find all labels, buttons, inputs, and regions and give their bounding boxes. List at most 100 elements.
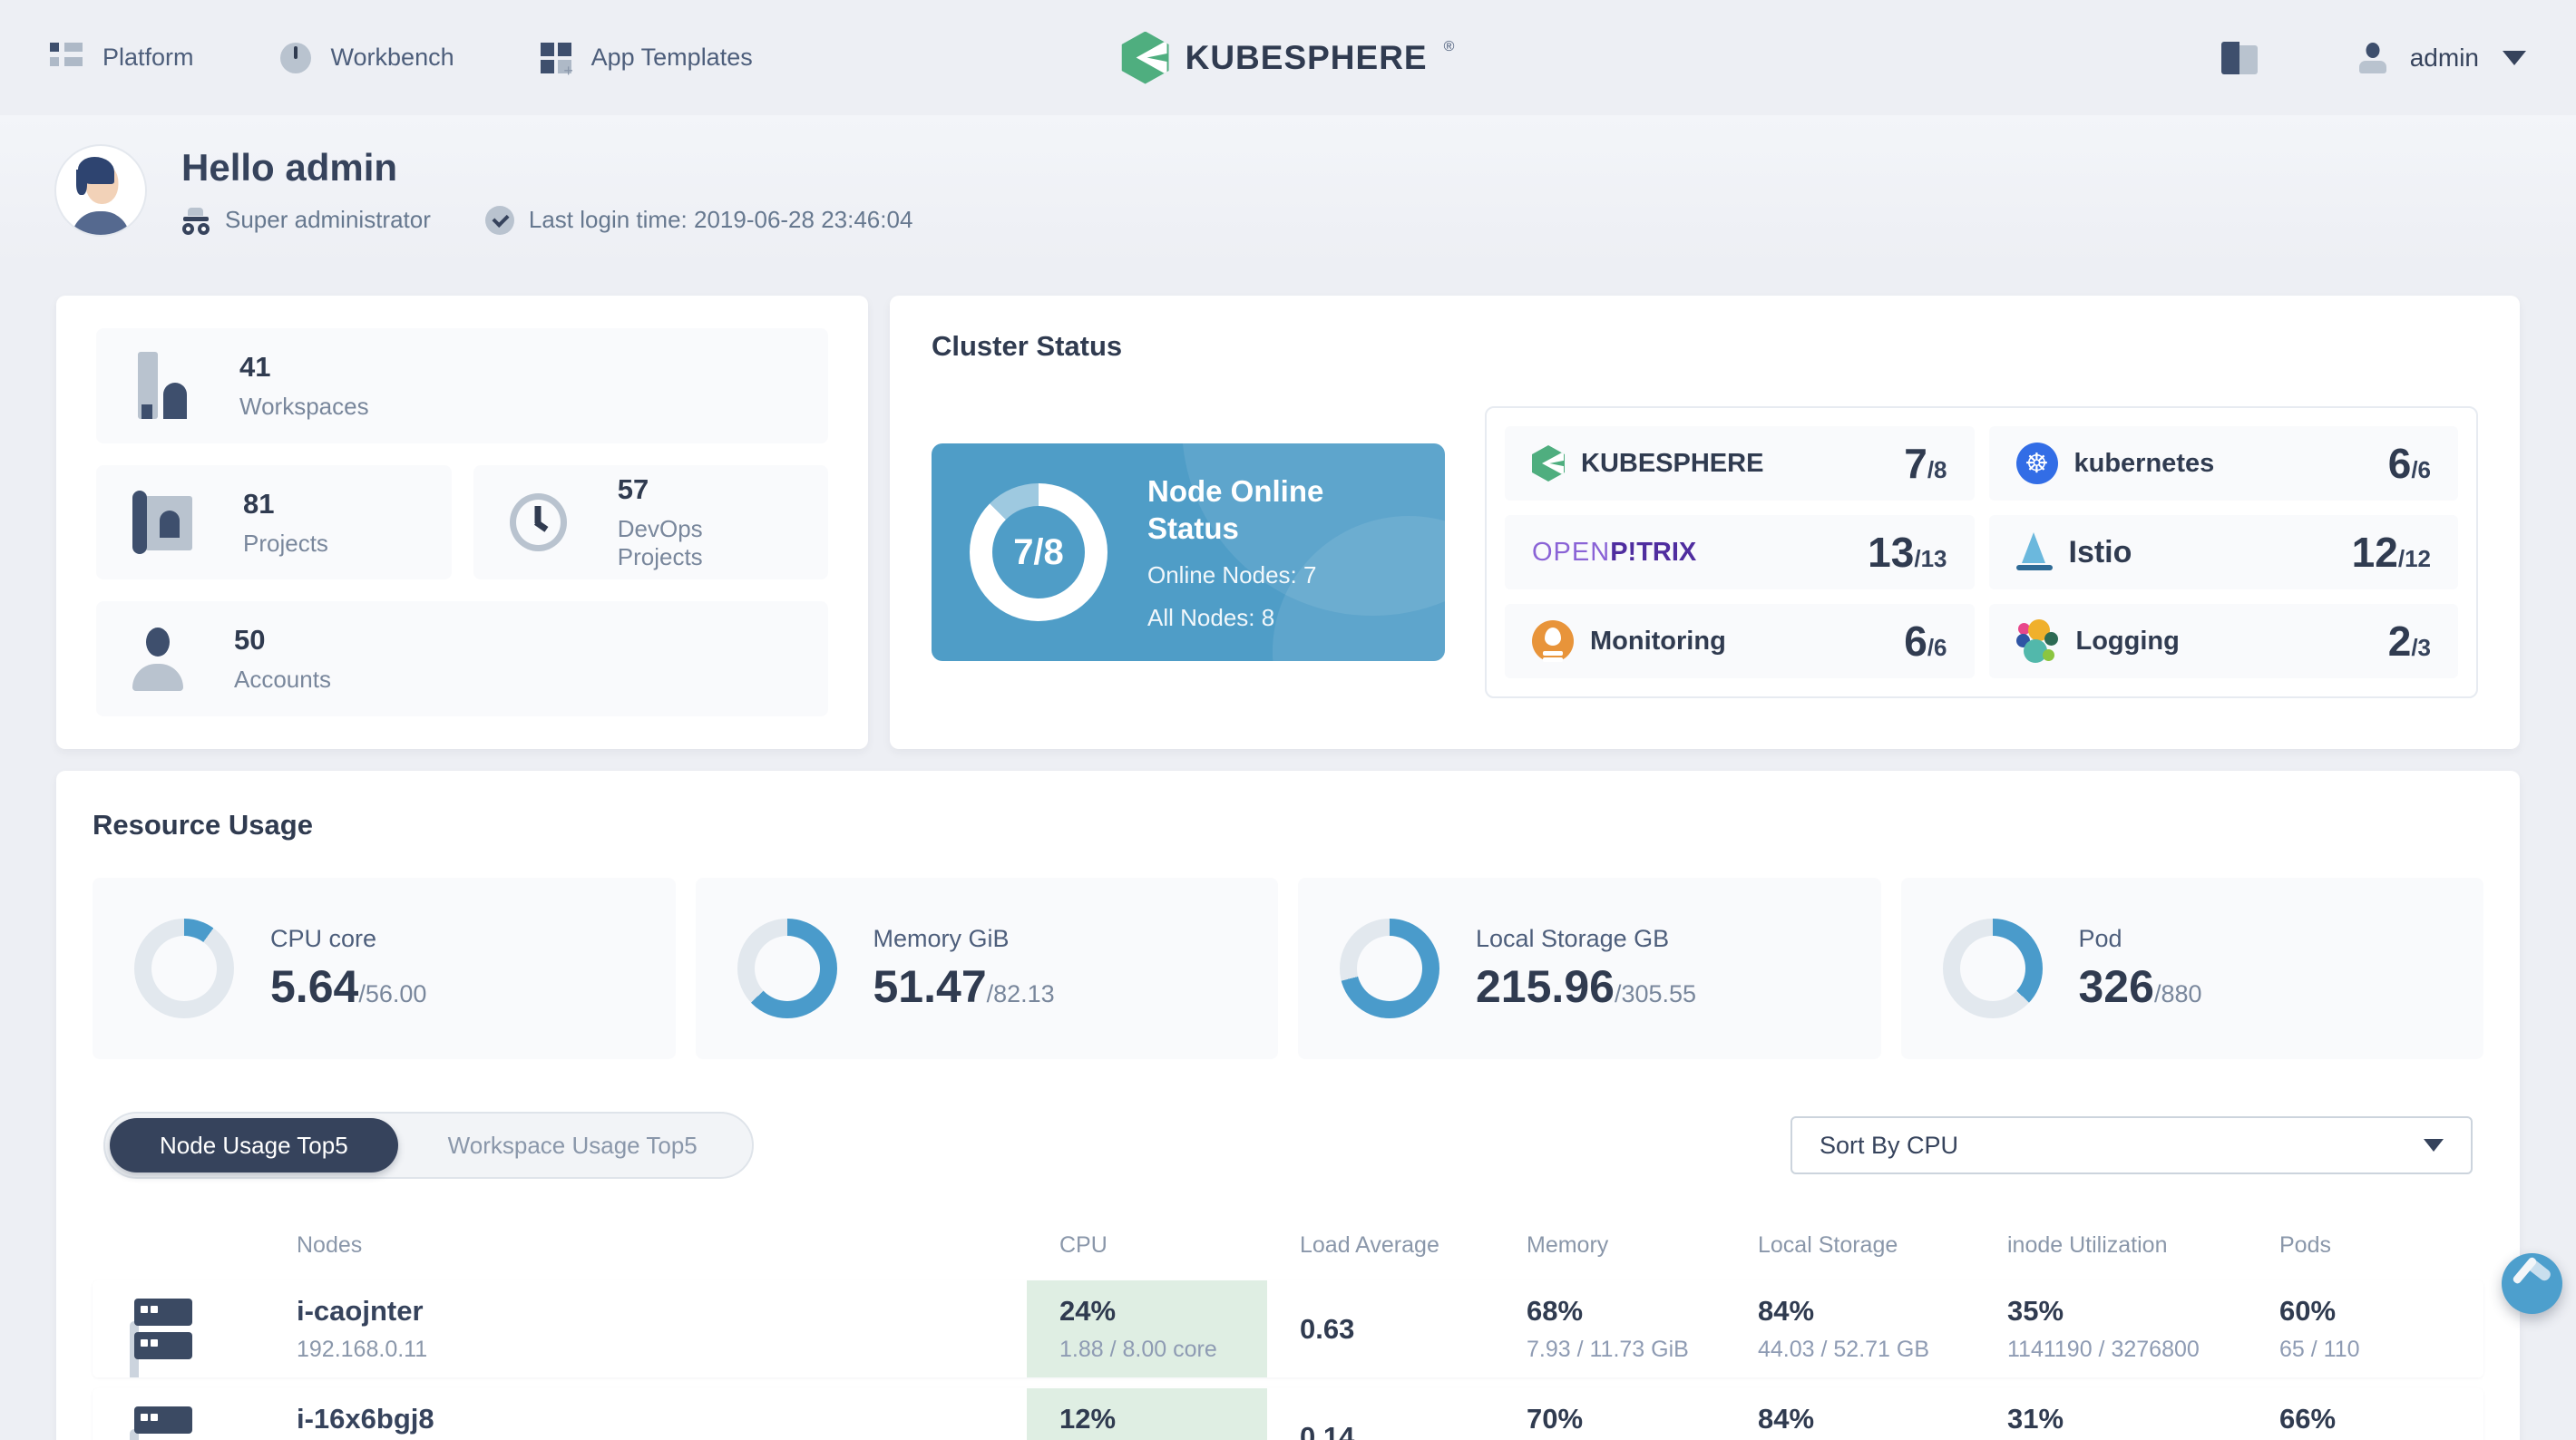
user-role: Super administrator (181, 206, 431, 235)
cpu-cell: 12% 0.93 / 8.00 core (1027, 1388, 1267, 1440)
docs-book-icon[interactable] (2220, 41, 2259, 74)
service-total: /3 (2411, 634, 2431, 661)
kubesphere-hexagon-icon (1121, 31, 1169, 84)
inode-percent: 31% (2007, 1403, 2064, 1435)
table-row[interactable]: i-caojnter 192.168.0.11 24% 1.88 / 8.00 … (93, 1280, 2483, 1377)
table-header: Nodes CPU Load Average Memory Local Stor… (93, 1210, 2483, 1280)
table-row[interactable]: i-16x6bgj8 192.168.0.14 12% 0.93 / 8.00 … (93, 1388, 2483, 1440)
cpu-cell: 24% 1.88 / 8.00 core (1027, 1280, 1267, 1377)
stat-devops-projects[interactable]: 57 DevOps Projects (473, 464, 828, 580)
nav-item-app-templates[interactable]: App Templates (540, 42, 753, 81)
service-count: 7 (1904, 440, 1927, 487)
stat-value: 50 (234, 624, 266, 657)
resource-tile-storage: Local Storage GB 215.96/305.55 (1298, 878, 1881, 1059)
cpu-detail: 1.88 / 8.00 core (1059, 1337, 1217, 1362)
storage-detail: 44.03 / 52.71 GB (1758, 1337, 1930, 1362)
service-count: 6 (1904, 618, 1927, 665)
col-header-load: Load Average (1300, 1231, 1439, 1258)
cpu-donut (134, 919, 234, 1018)
node-status-heading: Node Online Status (1147, 473, 1324, 545)
user-menu[interactable]: admin (2358, 43, 2526, 73)
resource-total: /56.00 (358, 979, 427, 1007)
resource-value: 326 (2078, 960, 2154, 1012)
service-total: /13 (1914, 545, 1947, 572)
online-nodes-text: Online Nodes: 7 (1147, 561, 1317, 589)
node-ip: 192.168.0.11 (297, 1337, 428, 1362)
stat-workspaces[interactable]: 41 Workspaces (96, 328, 828, 443)
node-online-donut: 7/8 (970, 483, 1107, 621)
resource-label: Local Storage GB (1476, 924, 1670, 952)
toolbox-hammer-fab[interactable] (2502, 1253, 2562, 1314)
istio-sail-icon (2015, 532, 2053, 572)
kubesphere-logo[interactable]: KUBESPHERE ® (1121, 31, 1454, 84)
service-total: /6 (1927, 634, 1947, 661)
projects-icon (132, 491, 192, 554)
col-header-nodes: Nodes (297, 1231, 363, 1258)
stat-label: Workspaces (239, 392, 369, 420)
role-label: Super administrator (225, 206, 431, 233)
resource-label: Pod (2078, 924, 2122, 952)
pod-donut (1942, 919, 2043, 1018)
cpu-percent: 24% (1059, 1295, 1117, 1327)
node-name: i-caojnter (297, 1295, 424, 1327)
chevron-down-icon (2503, 50, 2526, 65)
service-kubesphere: KUBESPHERE 7/8 (1505, 426, 1975, 501)
nav-item-label: Workbench (330, 44, 454, 71)
workbench-icon (279, 42, 311, 73)
memory-donut (737, 919, 837, 1018)
tab-node-usage-top5[interactable]: Node Usage Top5 (110, 1118, 398, 1172)
stat-value: 81 (243, 487, 275, 520)
service-count: 13 (1868, 529, 1915, 576)
resource-total: /305.55 (1614, 979, 1697, 1007)
node-online-ratio: 7/8 (1013, 531, 1064, 572)
stat-label: Projects (243, 529, 328, 557)
tab-workspace-usage-top5[interactable]: Workspace Usage Top5 (398, 1118, 747, 1172)
service-total: /8 (1927, 456, 1947, 483)
service-total: /12 (2397, 545, 2431, 572)
pods-detail: 65 / 110 (2279, 1337, 2360, 1362)
resource-tile-cpu: CPU core 5.64/56.00 (93, 878, 676, 1059)
nav-item-platform[interactable]: Platform (50, 42, 194, 73)
resource-total: /880 (2153, 979, 2202, 1007)
overview-stats-card: 41 Workspaces 81 Projects 57 DevOps Proj… (56, 296, 868, 749)
stat-accounts[interactable]: 50 Accounts (96, 601, 828, 717)
all-nodes-text: All Nodes: 8 (1147, 604, 1275, 632)
resource-usage-card: Resource Usage CPU core 5.64/56.00 Memor… (56, 771, 2520, 1440)
col-header-pods: Pods (2279, 1231, 2331, 1258)
storage-percent: 84% (1758, 1403, 1815, 1435)
resource-total: /82.13 (986, 979, 1055, 1007)
storage-percent: 84% (1758, 1295, 1815, 1327)
inode-detail: 1141190 / 3276800 (2007, 1337, 2200, 1362)
node-online-status-card: 7/8 Node Online Status Online Nodes: 7 A… (932, 443, 1445, 661)
stat-projects[interactable]: 81 Projects (96, 464, 452, 580)
memory-percent: 68% (1527, 1295, 1584, 1327)
resource-value: 5.64 (270, 960, 359, 1012)
cluster-status-title: Cluster Status (932, 330, 1123, 362)
node-name: i-16x6bgj8 (297, 1403, 434, 1435)
cpu-percent: 12% (1059, 1403, 1117, 1435)
usage-tabs: Node Usage Top5 Workspace Usage Top5 (103, 1112, 754, 1179)
cluster-services-panel: KUBESPHERE 7/8 ☸ kubernetes 6/6 OPENP!TR… (1485, 406, 2478, 698)
memory-percent: 70% (1527, 1403, 1584, 1435)
resource-value: 51.47 (873, 960, 987, 1012)
clock-check-icon (484, 205, 514, 235)
kubernetes-wheel-icon: ☸ (2015, 443, 2058, 484)
prometheus-flame-icon (1532, 620, 1574, 662)
resource-label: Memory GiB (873, 924, 1010, 952)
welcome-banner: Hello admin Super administrator Last log… (0, 115, 2576, 265)
service-logging: Logging 2/3 (1988, 604, 2458, 678)
openpitrix-logo: OPENP!TRIX (1532, 537, 1697, 567)
app-templates-icon (540, 42, 573, 81)
sort-by-select[interactable]: Sort By CPU (1791, 1116, 2473, 1174)
avatar (56, 145, 145, 235)
service-name: Monitoring (1590, 626, 1726, 656)
col-header-cpu: CPU (1059, 1231, 1107, 1258)
service-kubernetes: ☸ kubernetes 6/6 (1988, 426, 2458, 501)
service-monitoring: Monitoring 6/6 (1505, 604, 1975, 678)
resource-label: CPU core (270, 924, 377, 952)
last-login: Last login time: 2019-06-28 23:46:04 (484, 205, 912, 235)
platform-icon (50, 42, 83, 73)
nav-item-workbench[interactable]: Workbench (279, 42, 454, 73)
nav-item-label: Platform (102, 44, 194, 71)
nav-item-label: App Templates (590, 44, 753, 71)
